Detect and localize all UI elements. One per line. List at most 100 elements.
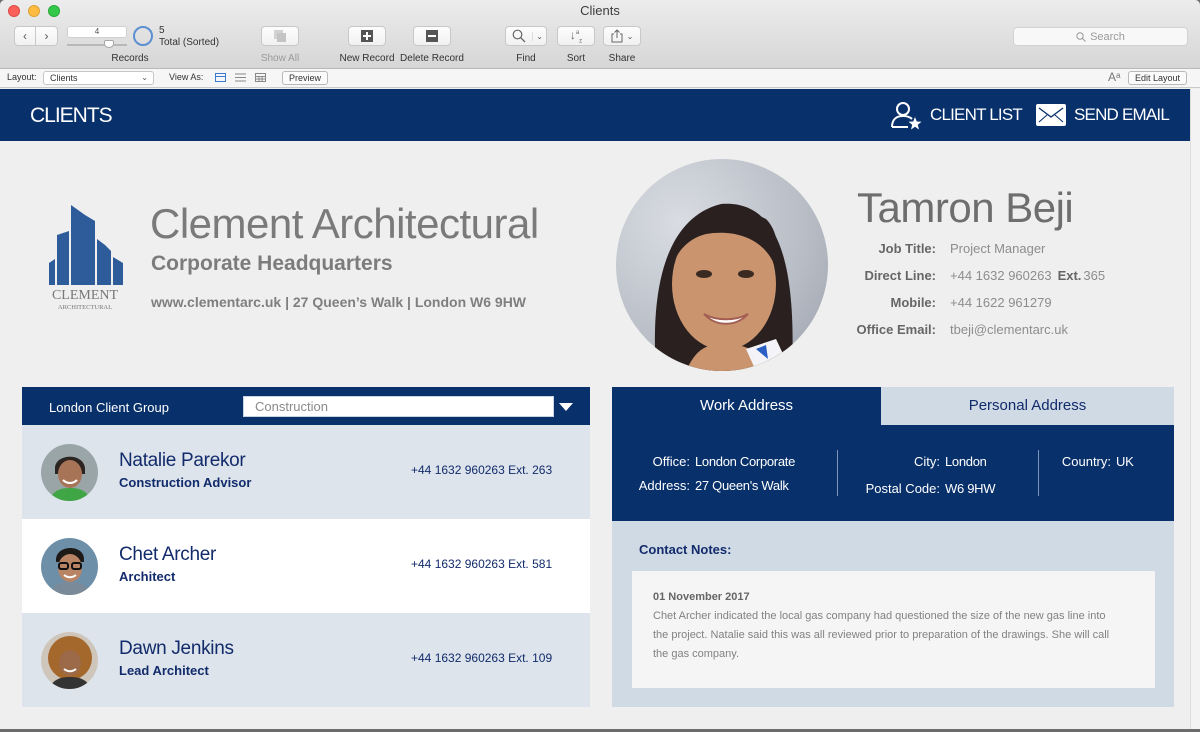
- dropdown-arrow-icon[interactable]: [559, 403, 573, 411]
- window-title: Clients: [580, 3, 620, 18]
- search-icon: [1076, 31, 1086, 42]
- notes-date: 01 November 2017: [653, 591, 750, 603]
- client-phone: +44 1632 960263 Ext. 109: [411, 651, 553, 665]
- client-row[interactable]: Dawn Jenkins Lead Architect +44 1632 960…: [22, 613, 590, 707]
- search-placeholder: Search: [1090, 30, 1125, 43]
- contact-notes-title: Contact Notes:: [639, 542, 732, 557]
- email-label: Office Email:: [856, 322, 936, 337]
- plus-square-icon: [361, 30, 373, 42]
- records-label: Records: [111, 53, 149, 64]
- client-row[interactable]: Chet Archer Architect +44 1632 960263 Ex…: [22, 519, 590, 613]
- list-view-icon[interactable]: [235, 73, 246, 82]
- window-bottom-edge: [0, 729, 1200, 730]
- ext-value[interactable]: 365: [1083, 268, 1105, 283]
- record-slider-thumb[interactable]: [104, 40, 114, 48]
- preview-button[interactable]: Preview: [282, 71, 329, 85]
- magnifier-icon: [512, 29, 526, 43]
- avatar: [41, 632, 98, 689]
- record-pie-icon: [133, 26, 153, 46]
- record-status: Total (Sorted): [159, 37, 220, 48]
- record-count: 5 Total (Sorted): [159, 25, 219, 49]
- country-value[interactable]: UK: [1116, 454, 1134, 469]
- layout-select[interactable]: Clients ⌄: [43, 71, 154, 85]
- scrollbar[interactable]: [1190, 89, 1200, 730]
- send-email-button[interactable]: SEND EMAIL: [1036, 99, 1170, 131]
- new-record-label: New Record: [339, 53, 395, 64]
- tab-personal-address[interactable]: Personal Address: [881, 387, 1174, 425]
- contact-direct-line: Direct Line: +44 1632 960263 Ext. 365: [0, 268, 1200, 286]
- contact-job-title: Job Title: Project Manager: [0, 241, 1200, 259]
- client-list-button[interactable]: CLIENT LIST: [890, 99, 1023, 131]
- client-name: Dawn Jenkins: [119, 638, 234, 659]
- chevron-down-icon: ⌄: [141, 73, 148, 82]
- client-group-header: London Client Group Construction: [22, 387, 590, 425]
- client-group-label: London Client Group: [49, 400, 169, 415]
- search-input[interactable]: Search: [1013, 27, 1188, 46]
- toolbar: Clients ‹ › 4 Records 5 Total (Sorted) S…: [0, 0, 1200, 69]
- share-button[interactable]: ⌄: [603, 26, 641, 46]
- postal-value[interactable]: W6 9HW: [945, 481, 996, 496]
- record-total: 5: [159, 25, 165, 36]
- client-phone: +44 1632 960263 Ext. 581: [411, 557, 553, 571]
- font-size-icon[interactable]: Aᵃ: [1108, 70, 1120, 84]
- edit-layout-button[interactable]: Edit Layout: [1128, 71, 1188, 85]
- job-title-label: Job Title:: [878, 241, 936, 256]
- country-field: Country: UK: [612, 454, 1134, 469]
- delete-record-button[interactable]: [413, 26, 451, 46]
- record-slider-track[interactable]: [67, 44, 127, 46]
- delete-record-label: Delete Record: [400, 53, 464, 64]
- app-window: Clients ‹ › 4 Records 5 Total (Sorted) S…: [0, 0, 1200, 730]
- work-address-content: Office: London Corporate Address: 27 Queen…: [612, 425, 1174, 521]
- sort-button[interactable]: ↓az: [557, 26, 595, 46]
- show-all-button[interactable]: [261, 26, 299, 46]
- contact-email: Office Email: tbeji@clementarc.uk: [0, 322, 1200, 340]
- direct-line-field: +44 1632 960263 Ext. 365: [950, 268, 1105, 283]
- email-value[interactable]: tbeji@clementarc.uk: [950, 322, 1068, 337]
- minus-square-icon: [426, 30, 438, 42]
- send-email-label: SEND EMAIL: [1074, 105, 1170, 124]
- client-list-label: CLIENT LIST: [930, 105, 1023, 124]
- job-title-value[interactable]: Project Manager: [950, 241, 1045, 256]
- sort-label: Sort: [566, 53, 586, 64]
- client-phone: +44 1632 960263 Ext. 263: [411, 463, 553, 477]
- contact-name: Tamron Beji: [857, 184, 1074, 231]
- client-group-select[interactable]: Construction: [243, 396, 554, 417]
- find-button[interactable]: ⌄: [505, 26, 547, 46]
- direct-line-value[interactable]: +44 1632 960263: [950, 268, 1052, 283]
- sort-icon: ↓az: [569, 27, 583, 45]
- chevron-left-icon: ‹: [23, 29, 27, 43]
- chevron-down-icon[interactable]: ⌄: [532, 31, 543, 41]
- notes-text: Chet Archer indicated the local gas comp…: [653, 610, 1110, 660]
- previous-record-button[interactable]: ‹: [14, 26, 36, 46]
- ext-label: Ext.: [1057, 268, 1082, 283]
- form-view-icon[interactable]: [215, 73, 226, 82]
- show-all-icon: [274, 30, 286, 42]
- postal-label: Postal Code:: [865, 481, 940, 496]
- next-record-button[interactable]: ›: [36, 26, 58, 46]
- address-panel: Work Address Personal Address Office: Lon…: [612, 387, 1174, 707]
- client-row[interactable]: Natalie Parekor Construction Advisor +44…: [22, 425, 590, 519]
- client-role: Architect: [119, 569, 176, 584]
- client-role: Lead Architect: [119, 663, 209, 678]
- postal-field: Postal Code: W6 9HW: [612, 481, 996, 496]
- client-name: Chet Archer: [119, 544, 217, 565]
- contact-notes-field[interactable]: 01 November 2017 Chet Archer indicated t…: [632, 571, 1155, 688]
- mobile-label: Mobile:: [890, 295, 937, 310]
- mobile-value[interactable]: +44 1622 961279: [950, 295, 1052, 310]
- client-role: Construction Advisor: [119, 475, 252, 490]
- table-view-icon[interactable]: [255, 73, 266, 82]
- layout-label: Layout:: [7, 72, 37, 82]
- current-record-field[interactable]: 4: [67, 26, 127, 38]
- tab-work-address[interactable]: Work Address: [612, 387, 881, 425]
- client-list-icon: [891, 102, 922, 130]
- page-header: CLIENTS CLIENT LIST SEND EMAIL: [0, 89, 1190, 141]
- direct-line-label: Direct Line:: [864, 268, 936, 283]
- client-name: Natalie Parekor: [119, 450, 246, 471]
- new-record-button[interactable]: [348, 26, 386, 46]
- page-title: CLIENTS: [30, 104, 113, 127]
- layout-value: Clients: [50, 73, 78, 83]
- layout-bar: Layout: Clients ⌄ View As: Preview Aᵃ Ed…: [0, 69, 1200, 88]
- view-as-label: View As:: [169, 72, 204, 82]
- chevron-down-icon: ⌄: [626, 31, 634, 41]
- country-label: Country:: [1061, 454, 1111, 469]
